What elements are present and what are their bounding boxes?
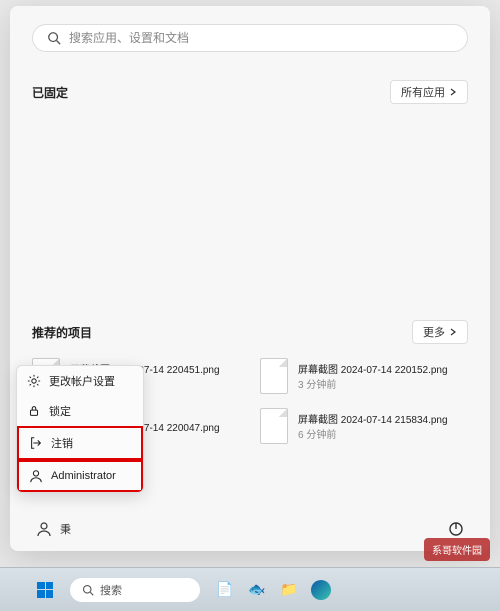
recommended-item[interactable]: 屏幕截图 2024-07-14 215834.png 6 分钟前	[260, 406, 468, 446]
menu-label: 锁定	[49, 403, 71, 419]
taskbar-search-label: 搜索	[100, 582, 122, 598]
user-context-menu: 更改帐户设置 锁定 注销 Administrator	[16, 365, 144, 493]
taskbar-search[interactable]: 搜索	[70, 578, 200, 602]
all-apps-button[interactable]: 所有应用	[390, 80, 468, 104]
pinned-header: 已固定 所有应用	[32, 80, 468, 104]
file-time: 3 分钟前	[298, 376, 448, 391]
more-label: 更多	[423, 324, 445, 340]
recommended-header: 推荐的项目 更多	[32, 320, 468, 344]
user-icon	[36, 521, 52, 537]
taskbar-apps: 📄 🐟 📁	[212, 577, 334, 603]
recommended-title: 推荐的项目	[32, 324, 92, 341]
chevron-right-icon	[449, 328, 457, 336]
sign-out-item[interactable]: 注销	[17, 426, 143, 460]
watermark: 系哥软件园	[424, 538, 490, 561]
search-input[interactable]	[69, 31, 453, 45]
start-footer: 秉	[10, 507, 490, 551]
file-icon	[260, 358, 288, 394]
recommended-item[interactable]: 屏幕截图 2024-07-14 220152.png 3 分钟前	[260, 356, 468, 396]
start-menu-panel: 已固定 所有应用 推荐的项目 更多 屏幕截图 2024-07-14 220451…	[10, 6, 490, 551]
file-time: 6 分钟前	[298, 426, 448, 441]
taskbar-edge-icon[interactable]	[308, 577, 334, 603]
chevron-right-icon	[449, 88, 457, 96]
lock-item[interactable]: 锁定	[17, 396, 143, 426]
more-button[interactable]: 更多	[412, 320, 468, 344]
file-name: 屏幕截图 2024-07-14 220152.png	[298, 361, 448, 376]
search-icon	[47, 31, 61, 45]
search-bar[interactable]	[32, 24, 468, 52]
taskbar-app-icon[interactable]: 🐟	[244, 577, 270, 603]
search-icon	[82, 584, 94, 596]
windows-logo-icon	[37, 582, 53, 598]
start-button[interactable]	[30, 575, 60, 605]
power-button[interactable]	[448, 521, 464, 537]
taskbar-app-icon[interactable]: 📄	[212, 577, 238, 603]
menu-label: 注销	[51, 435, 73, 451]
sign-out-icon	[29, 436, 43, 450]
all-apps-label: 所有应用	[401, 84, 445, 100]
settings-icon	[27, 374, 41, 388]
user-account-button[interactable]: 秉	[36, 521, 71, 537]
taskbar-app-icon[interactable]: 📁	[276, 577, 302, 603]
lock-icon	[27, 404, 41, 418]
file-icon	[260, 408, 288, 444]
change-account-settings-item[interactable]: 更改帐户设置	[17, 366, 143, 396]
menu-label: Administrator	[51, 470, 116, 482]
pinned-title: 已固定	[32, 84, 68, 101]
user-name: 秉	[60, 521, 71, 537]
menu-label: 更改帐户设置	[49, 373, 115, 389]
taskbar: 搜索 📄 🐟 📁	[0, 567, 500, 611]
file-name: 屏幕截图 2024-07-14 215834.png	[298, 411, 448, 426]
user-icon	[29, 469, 43, 483]
administrator-item[interactable]: Administrator	[17, 460, 143, 492]
pinned-apps-area	[32, 116, 468, 296]
